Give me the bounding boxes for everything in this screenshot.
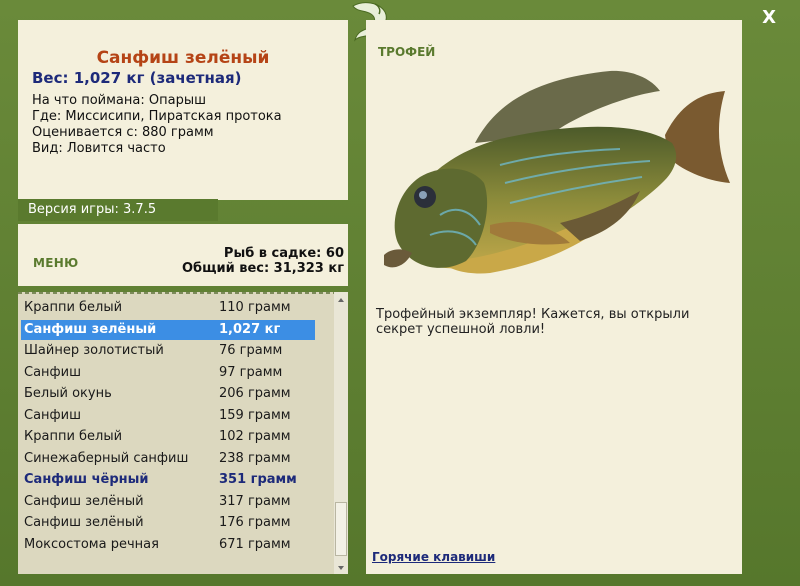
trophy-panel: ТРОФЕЙ Трофейный экземпляр! Кажется, вы …	[366, 20, 742, 574]
scroll-down-icon[interactable]	[334, 560, 348, 574]
list-item[interactable]: Санфиш 97 грамм	[21, 363, 315, 383]
list-item-name: Санфиш зелёный	[24, 321, 157, 337]
hotkeys-link[interactable]: Горячие клавиши	[372, 550, 495, 564]
list-item-weight: 238 грамм	[219, 450, 291, 466]
list-item-weight: 102 грамм	[219, 429, 291, 444]
fish-info-panel: Санфиш зелёный Вес: 1,027 кг (зачетная) …	[18, 20, 348, 200]
list-item-name: Санфиш зелёный	[24, 515, 144, 530]
list-item[interactable]: Краппи белый 102 грамм	[21, 427, 315, 447]
fish-count: Рыб в садке: 60	[223, 246, 344, 261]
scrollbar[interactable]	[334, 292, 348, 574]
catch-stats: Рыб в садке: 60 Общий вес: 31,323 кг	[182, 246, 344, 276]
list-item[interactable]: Санфиш чёрный 351 грамм	[21, 470, 315, 490]
list-item-name: Краппи белый	[24, 429, 123, 444]
list-item-name: Синежаберный санфиш	[24, 450, 189, 466]
list-item-name: Санфиш	[24, 407, 82, 423]
list-item[interactable]: Санфиш зелёный 317 грамм	[21, 492, 315, 512]
fish-place: Где: Миссисипи, Пиратская протока	[32, 109, 282, 124]
catch-list: Краппи белый 110 грамм Санфиш зелёный 1,027…	[18, 298, 334, 572]
fish-weight: Вес: 1,027 кг (зачетная)	[32, 69, 242, 87]
list-item-weight: 1,027 кг	[219, 321, 281, 337]
list-item-weight: 351 грамм	[219, 472, 297, 487]
scrollbar-thumb[interactable]	[335, 502, 347, 556]
list-item[interactable]: Моксостома речная 671 грамм	[21, 535, 315, 555]
list-item[interactable]: Синежаберный санфиш 238 грамм	[21, 449, 315, 469]
list-item-weight: 110 грамм	[219, 300, 291, 315]
list-item[interactable]: Санфиш зелёный 176 грамм	[21, 513, 315, 533]
list-item[interactable]: Санфиш зелёный 1,027 кг	[21, 319, 315, 340]
trophy-description: Трофейный экземпляр! Кажется, вы открыли…	[376, 307, 690, 337]
list-item-name: Моксостома речная	[24, 536, 159, 552]
total-weight: Общий вес: 31,323 кг	[181, 261, 344, 276]
list-item-weight: 671 грамм	[219, 536, 291, 552]
list-item[interactable]: Краппи белый 110 грамм	[21, 298, 315, 318]
menu-panel: МЕНЮ Рыб в садке: 60 Общий вес: 31,323 к…	[18, 224, 348, 286]
close-button[interactable]: X	[762, 7, 776, 28]
list-item-name: Шайнер золотистый	[24, 343, 164, 358]
list-item-name: Санфиш	[24, 364, 82, 380]
list-item-name: Белый окунь	[24, 386, 112, 401]
list-item-weight: 176 грамм	[219, 515, 291, 530]
scroll-up-icon[interactable]	[334, 292, 348, 306]
fish-bait: На что поймана: Опарыш	[32, 93, 206, 108]
fish-name: Санфиш зелёный	[96, 48, 270, 68]
menu-button[interactable]: МЕНЮ	[33, 256, 78, 270]
list-divider	[18, 292, 348, 294]
fish-image	[380, 65, 730, 309]
list-item-weight: 97 грамм	[219, 364, 283, 380]
list-item-name: Санфиш чёрный	[24, 472, 149, 487]
trophy-label: ТРОФЕЙ	[378, 45, 436, 59]
catch-list-panel: Краппи белый 110 грамм Санфиш зелёный 1,027…	[18, 292, 348, 574]
fish-value: Оценивается с: 880 грамм	[32, 125, 214, 140]
list-item[interactable]: Белый окунь 206 грамм	[21, 384, 315, 404]
game-version: Версия игры: 3.7.5	[18, 199, 218, 221]
list-item-name: Санфиш зелёный	[24, 493, 144, 509]
list-item-weight: 76 грамм	[219, 343, 283, 358]
list-item[interactable]: Шайнер золотистый 76 грамм	[21, 341, 315, 361]
list-item-weight: 159 грамм	[219, 407, 291, 423]
list-item-name: Краппи белый	[24, 300, 123, 315]
fish-kind: Вид: Ловится часто	[32, 141, 166, 156]
list-item[interactable]: Санфиш 159 грамм	[21, 406, 315, 426]
list-item-weight: 206 грамм	[219, 386, 291, 401]
list-item-weight: 317 грамм	[219, 493, 291, 509]
